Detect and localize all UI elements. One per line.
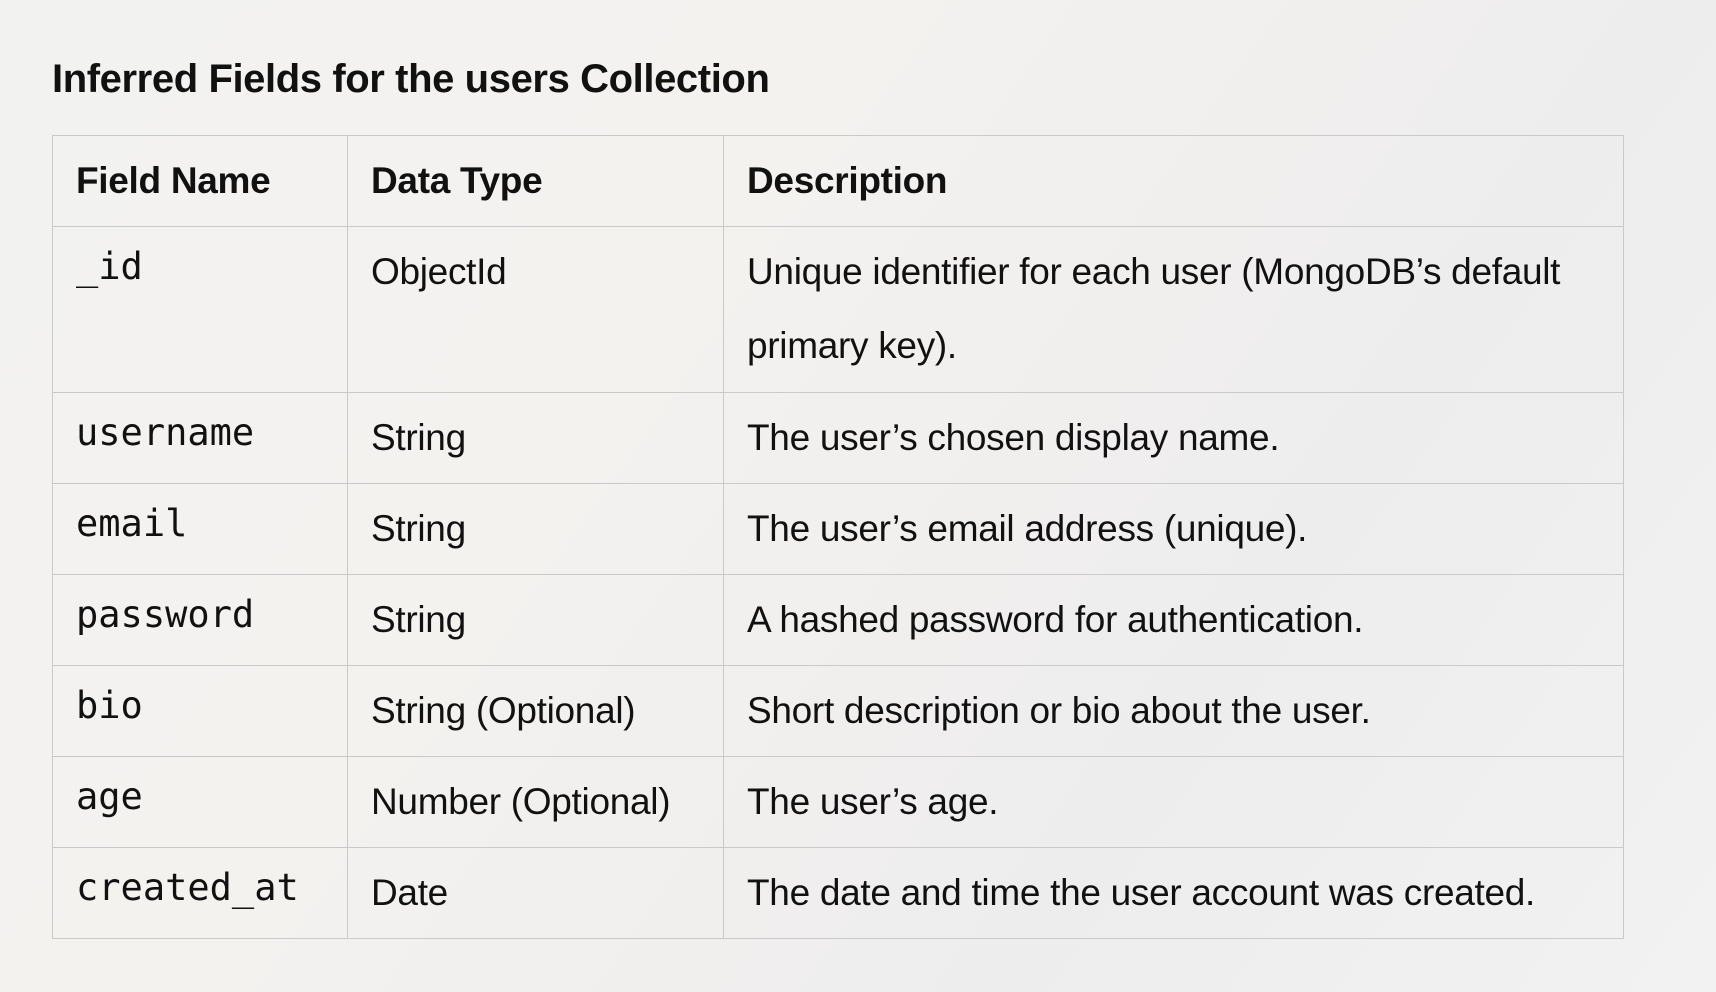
- data-type-cell: String: [347, 483, 724, 575]
- document: Inferred Fields for the users Collection…: [52, 50, 1672, 939]
- field-name-cell: bio: [52, 665, 348, 757]
- data-type-cell: String: [347, 574, 724, 666]
- table-row: email String The user’s email address (u…: [52, 483, 1624, 575]
- table-row: age Number (Optional) The user’s age.: [52, 756, 1624, 848]
- data-type-cell: Number (Optional): [347, 756, 724, 848]
- field-name-cell: email: [52, 483, 348, 575]
- field-name-cell: _id: [52, 226, 348, 393]
- table-row: password String A hashed password for au…: [52, 574, 1624, 666]
- data-type-cell: Date: [347, 847, 724, 939]
- table-row: bio String (Optional) Short description …: [52, 665, 1624, 757]
- data-type-cell: String (Optional): [347, 665, 724, 757]
- description-cell: The user’s email address (unique).: [723, 483, 1624, 575]
- field-name-cell: age: [52, 756, 348, 848]
- description-cell: The user’s age.: [723, 756, 1624, 848]
- column-header-description: Description: [723, 135, 1624, 227]
- data-type-cell: ObjectId: [347, 226, 724, 393]
- table-header-row: Field Name Data Type Description: [52, 135, 1624, 227]
- description-cell: A hashed password for authentication.: [723, 574, 1624, 666]
- field-name-cell: password: [52, 574, 348, 666]
- description-cell: Short description or bio about the user.: [723, 665, 1624, 757]
- description-cell: Unique identifier for each user (MongoDB…: [723, 226, 1624, 393]
- data-type-cell: String: [347, 392, 724, 484]
- table-row: created_at Date The date and time the us…: [52, 847, 1624, 939]
- field-name-cell: created_at: [52, 847, 348, 939]
- description-cell: The user’s chosen display name.: [723, 392, 1624, 484]
- table-row: username String The user’s chosen displa…: [52, 392, 1624, 484]
- column-header-data-type: Data Type: [347, 135, 724, 227]
- field-name-cell: username: [52, 392, 348, 484]
- table-row: _id ObjectId Unique identifier for each …: [52, 226, 1624, 393]
- column-header-field-name: Field Name: [52, 135, 348, 227]
- page-title: Inferred Fields for the users Collection: [52, 57, 770, 101]
- description-cell: The date and time the user account was c…: [723, 847, 1624, 939]
- fields-table: Field Name Data Type Description _id Obj…: [52, 135, 1624, 939]
